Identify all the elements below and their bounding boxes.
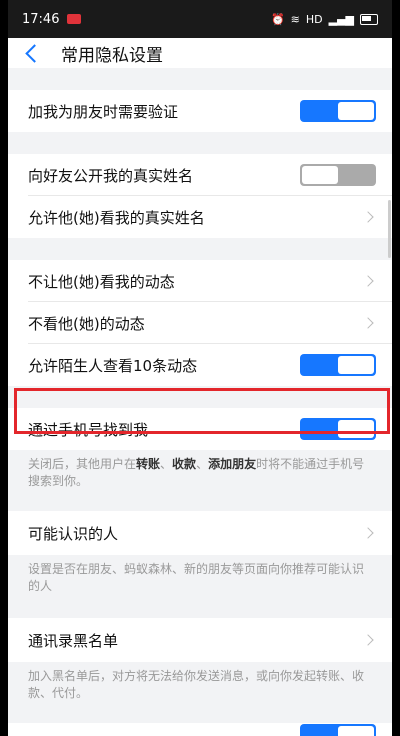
section-gap	[8, 238, 392, 260]
status-time: 17:46	[22, 11, 60, 27]
row-label: 不看他(她)的动态	[28, 314, 145, 333]
section-gap	[8, 499, 392, 511]
row-label: 加我为朋友时需要验证	[28, 102, 179, 121]
row-stranger-view: 允许陌生人查看10条动态	[8, 344, 392, 386]
row-people-you-may-know[interactable]: 可能认识的人	[8, 511, 392, 555]
row-label: 允许他(她)看我的真实姓名	[28, 208, 205, 227]
chevron-right-icon	[362, 211, 374, 223]
section-gap	[8, 68, 392, 90]
row-show-real-name: 向好友公开我的真实姓名	[8, 154, 392, 196]
find-by-phone-note: 关闭后，其他用户在转账、收款、添加朋友时将不能通过手机号搜索到你。	[8, 450, 392, 499]
alarm-icon: ⏰	[270, 12, 285, 26]
chevron-right-icon	[362, 317, 374, 329]
status-icons: ⏰ ≋ HD ▂▄▆	[271, 13, 378, 26]
signal-icon: ▂▄▆	[328, 12, 354, 26]
scrollbar[interactable]	[388, 200, 391, 258]
chevron-right-icon	[362, 275, 374, 287]
row-partial-next	[8, 723, 392, 736]
note-keyword: 转账	[136, 457, 161, 471]
row-label: 不让他(她)看我的动态	[28, 272, 175, 291]
stranger-view-toggle[interactable]	[300, 354, 376, 376]
back-arrow-icon[interactable]	[25, 43, 44, 63]
section-gap	[8, 132, 392, 154]
row-allow-view-name[interactable]: 允许他(她)看我的真实姓名	[8, 196, 392, 238]
phone-screen: 17:46 ⏰ ≋ HD ▂▄▆ 常用隐私设置 加我为朋友时需要验证 向好友公开…	[8, 0, 392, 736]
nav-bar: 常用隐私设置	[8, 38, 392, 68]
row-contacts-blacklist[interactable]: 通讯录黑名单	[8, 618, 392, 662]
note-keyword: 收款	[172, 457, 197, 471]
chevron-right-icon	[362, 527, 374, 539]
section-gap	[8, 711, 392, 723]
row-label: 通讯录黑名单	[28, 631, 119, 650]
row-hide-my-feed[interactable]: 不让他(她)看我的动态	[8, 260, 392, 302]
row-hide-their-feed[interactable]: 不看他(她)的动态	[8, 302, 392, 344]
row-label: 向好友公开我的真实姓名	[28, 166, 194, 185]
row-label: 可能认识的人	[28, 524, 119, 543]
page-title: 常用隐私设置	[61, 45, 163, 66]
people-note: 设置是否在朋友、蚂蚁森林、新的朋友等页面向你推荐可能认识的人	[8, 555, 392, 604]
battery-icon	[360, 13, 378, 25]
note-text: 、	[196, 457, 209, 471]
note-text: 、	[160, 457, 173, 471]
find-by-phone-toggle[interactable]	[300, 418, 376, 440]
screen-record-icon	[67, 14, 82, 24]
row-verify-friend: 加我为朋友时需要验证	[8, 90, 392, 132]
section-gap	[8, 386, 392, 408]
row-find-by-phone: 通过手机号找到我	[8, 408, 392, 450]
network-label: HD	[305, 12, 323, 26]
row-label: 通过手机号找到我	[28, 420, 149, 439]
note-text: 关闭后，其他用户在	[28, 457, 137, 471]
note-keyword: 添加朋友	[208, 457, 257, 471]
chevron-right-icon	[362, 634, 374, 646]
row-label: 允许陌生人查看10条动态	[28, 356, 198, 375]
verify-friend-toggle[interactable]	[300, 100, 376, 122]
wifi-icon: ≋	[290, 12, 300, 26]
show-real-name-toggle[interactable]	[300, 164, 376, 186]
status-bar: 17:46 ⏰ ≋ HD ▂▄▆	[8, 0, 392, 38]
blacklist-note: 加入黑名单后，对方将无法给你发送消息，或向你发起转账、收款、代付。	[8, 662, 392, 711]
section-gap	[8, 604, 392, 618]
partial-toggle[interactable]	[300, 724, 376, 736]
